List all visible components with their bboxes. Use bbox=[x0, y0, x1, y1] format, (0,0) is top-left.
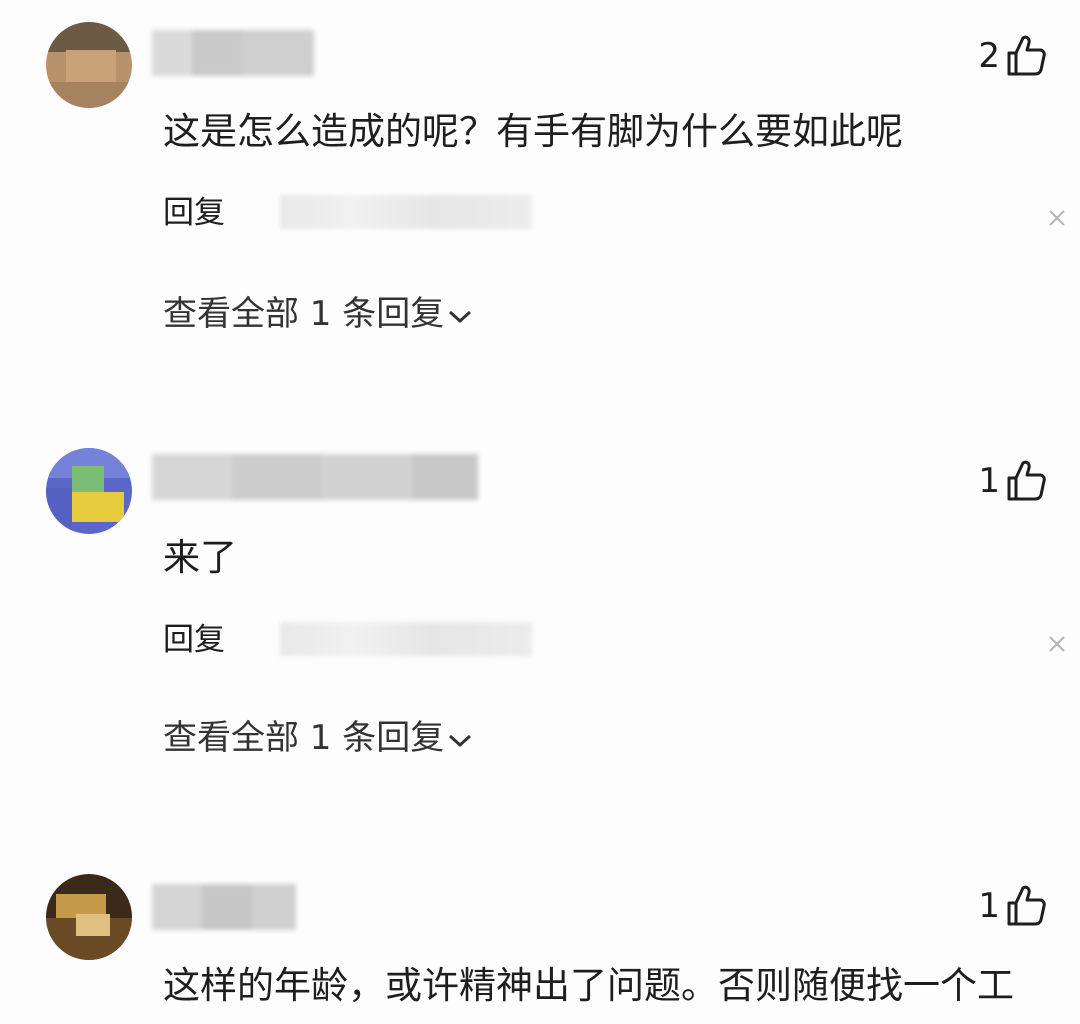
like-count: 2 bbox=[978, 36, 1000, 76]
like-button[interactable]: 1 bbox=[960, 453, 1080, 509]
comment-item: 1 来了 回复 查看全部 1 条回复 bbox=[0, 400, 1080, 820]
username-blurred bbox=[152, 884, 296, 930]
view-all-label: 查看全部 1 条回复 bbox=[163, 718, 445, 758]
thumbs-up-icon bbox=[1007, 35, 1046, 76]
reply-button[interactable]: 回复 bbox=[163, 620, 225, 660]
like-button[interactable]: 1 bbox=[960, 878, 1080, 934]
comment-text: 这是怎么造成的呢？有手有脚为什么要如此呢 bbox=[163, 110, 903, 153]
comment-text: 这样的年龄，或许精神出了问题。否则随便找一个工 bbox=[163, 964, 1014, 1007]
comment-item: 2 这是怎么造成的呢？有手有脚为什么要如此呢 回复 查看全部 1 条回复 bbox=[0, 0, 1080, 400]
reply-preview-blurred bbox=[280, 195, 532, 229]
like-button[interactable]: 2 bbox=[960, 28, 1080, 84]
like-count: 1 bbox=[978, 886, 1000, 926]
chevron-down-icon bbox=[449, 734, 472, 747]
view-all-replies-link[interactable]: 查看全部 1 条回复 bbox=[163, 292, 474, 336]
avatar[interactable] bbox=[46, 448, 132, 534]
view-all-label: 查看全部 1 条回复 bbox=[163, 294, 445, 334]
comment-text: 来了 bbox=[163, 536, 237, 579]
username-blurred bbox=[152, 30, 314, 76]
view-all-replies-link[interactable]: 查看全部 1 条回复 bbox=[163, 716, 474, 760]
reply-preview-blurred bbox=[280, 622, 532, 656]
thumbs-up-icon bbox=[1007, 885, 1046, 926]
like-count: 1 bbox=[978, 461, 1000, 501]
avatar[interactable] bbox=[46, 874, 132, 960]
comment-item: 1 这样的年龄，或许精神出了问题。否则随便找一个工 bbox=[0, 820, 1080, 1024]
username-blurred bbox=[152, 454, 478, 500]
close-icon[interactable] bbox=[1046, 633, 1068, 655]
chevron-down-icon bbox=[449, 310, 472, 323]
reply-button[interactable]: 回复 bbox=[163, 193, 225, 233]
avatar[interactable] bbox=[46, 22, 132, 108]
close-icon[interactable] bbox=[1046, 207, 1068, 229]
thumbs-up-icon bbox=[1007, 460, 1046, 501]
